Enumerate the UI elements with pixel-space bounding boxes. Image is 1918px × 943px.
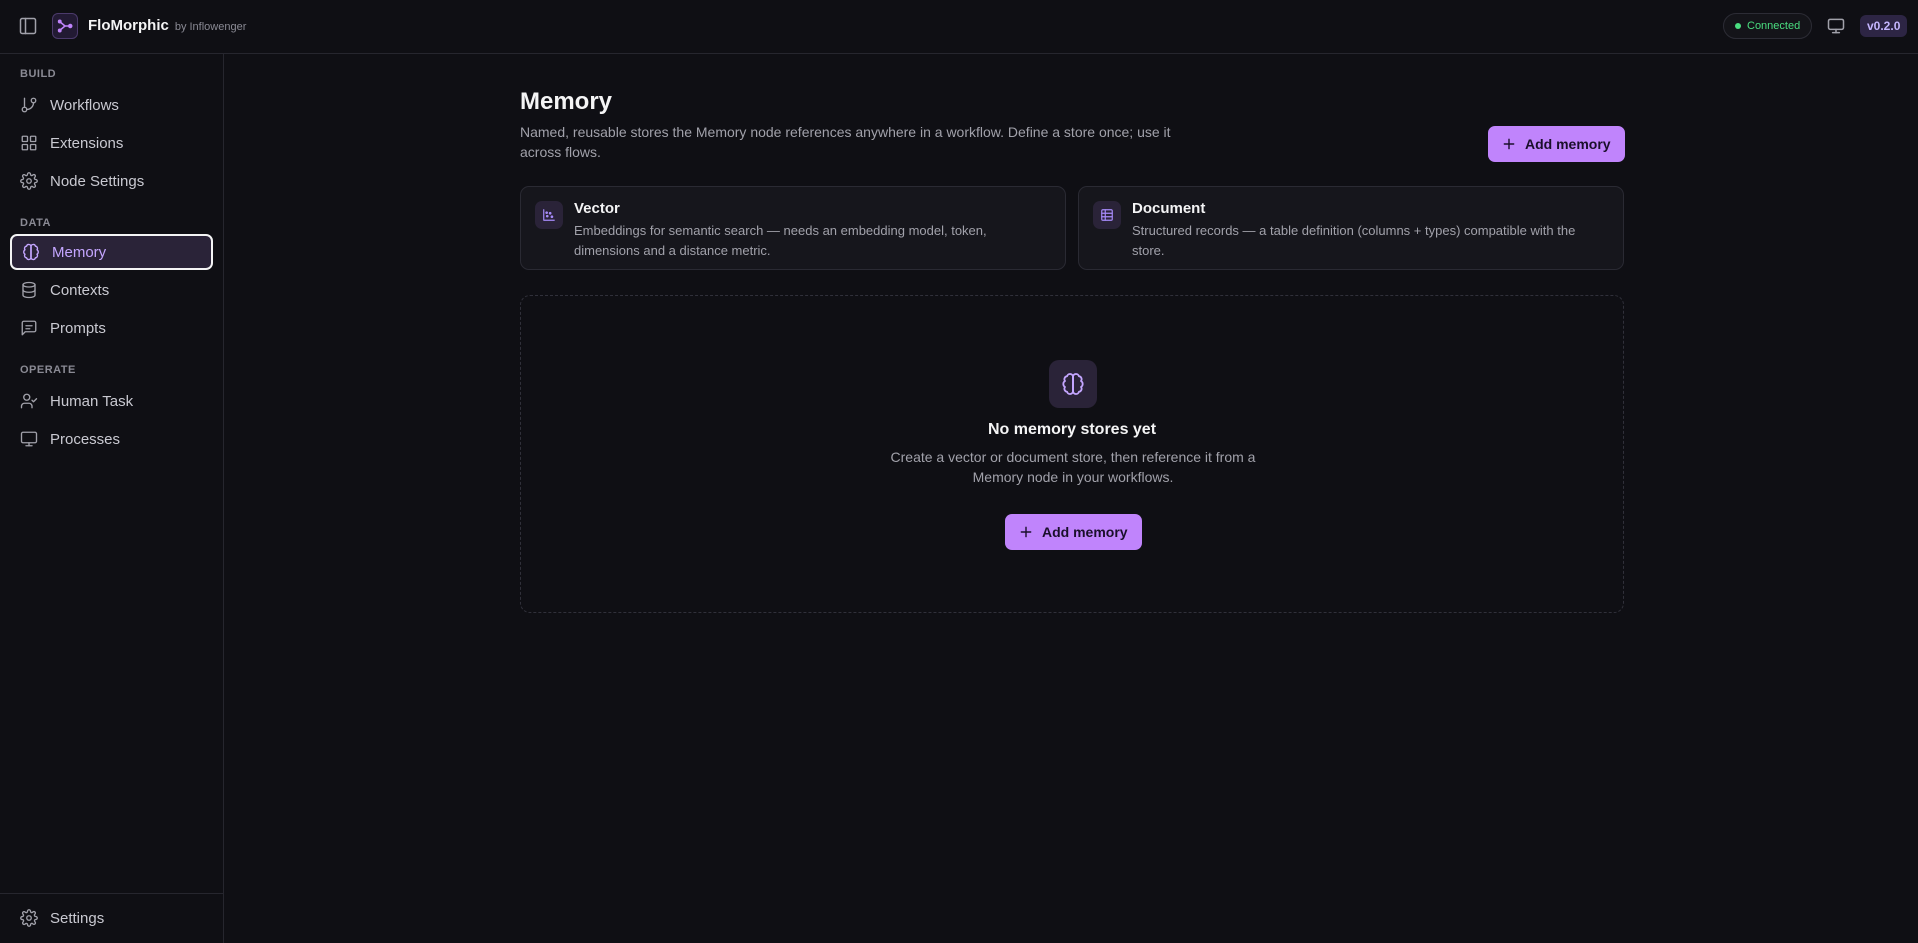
sidebar-item-node-settings[interactable]: Node Settings bbox=[10, 163, 213, 199]
sidebar-footer: Settings bbox=[0, 893, 223, 943]
table-icon bbox=[1093, 201, 1121, 229]
sidebar-item-contexts[interactable]: Contexts bbox=[10, 272, 213, 308]
store-type-card-vector: Vector Embeddings for semantic search — … bbox=[520, 186, 1066, 270]
gear-icon bbox=[20, 172, 38, 190]
message-square-icon bbox=[20, 319, 38, 337]
brain-icon bbox=[1049, 360, 1097, 408]
database-icon bbox=[20, 281, 38, 299]
sidebar-item-label: Settings bbox=[50, 909, 105, 927]
plus-icon bbox=[1019, 525, 1033, 539]
section-label-operate: OPERATE bbox=[20, 364, 76, 376]
sidebar-item-memory[interactable]: Memory bbox=[10, 234, 213, 270]
page-title: Memory bbox=[520, 88, 613, 115]
logo-icon bbox=[52, 13, 78, 39]
sidebar-item-extensions[interactable]: Extensions bbox=[10, 125, 213, 161]
gear-icon bbox=[20, 909, 38, 927]
grid-icon bbox=[20, 134, 38, 152]
main-content: Memory Named, reusable stores the Memory… bbox=[225, 54, 1918, 943]
empty-state-add-memory-button[interactable]: Add memory bbox=[1005, 514, 1142, 550]
sidebar-item-label: Prompts bbox=[50, 319, 106, 337]
sidebar-item-prompts[interactable]: Prompts bbox=[10, 310, 213, 346]
section-label-data: DATA bbox=[20, 217, 51, 229]
add-memory-button-label: Add memory bbox=[1525, 136, 1611, 152]
sidebar-toggle-icon[interactable] bbox=[18, 16, 38, 36]
empty-state-description: Create a vector or document store, then … bbox=[890, 449, 1256, 485]
monitor-icon[interactable] bbox=[1826, 16, 1846, 36]
scatter-chart-icon bbox=[535, 201, 563, 229]
monitor-icon bbox=[20, 430, 38, 448]
empty-state-add-memory-button-label: Add memory bbox=[1042, 524, 1128, 540]
brand-name: FloMorphic bbox=[88, 17, 169, 34]
brain-icon bbox=[22, 243, 40, 261]
sidebar-item-human-task[interactable]: Human Task bbox=[10, 383, 213, 419]
section-label-build: BUILD bbox=[20, 68, 57, 80]
add-memory-button[interactable]: Add memory bbox=[1488, 126, 1625, 162]
version-badge: v0.2.0 bbox=[1860, 15, 1908, 37]
brand: FloMorphic by Inflowenger bbox=[88, 17, 246, 34]
brand-byline: by Inflowenger bbox=[174, 21, 247, 33]
store-type-title: Document bbox=[1132, 200, 1206, 217]
sidebar-item-label: Node Settings bbox=[50, 172, 145, 190]
plus-icon bbox=[1502, 137, 1516, 151]
sidebar-item-label: Memory bbox=[52, 243, 107, 261]
connection-status-badge: Connected bbox=[1723, 13, 1813, 39]
sidebar-item-label: Workflows bbox=[50, 96, 119, 114]
sidebar-item-label: Human Task bbox=[50, 392, 134, 410]
store-type-description: Embeddings for semantic search — needs a… bbox=[574, 223, 987, 258]
sidebar-item-label: Processes bbox=[50, 430, 121, 448]
sidebar-item-workflows[interactable]: Workflows bbox=[10, 87, 213, 123]
sidebar-item-processes[interactable]: Processes bbox=[10, 421, 213, 457]
sidebar-item-settings[interactable]: Settings bbox=[10, 900, 213, 936]
sidebar: BUILD Workflows Extensions Node Settings… bbox=[0, 54, 224, 943]
sidebar-item-label: Contexts bbox=[50, 281, 110, 299]
connection-status-label: Connected bbox=[1747, 20, 1801, 32]
sidebar-item-label: Extensions bbox=[50, 134, 124, 152]
git-branch-icon bbox=[20, 96, 38, 114]
store-type-card-document: Document Structured records — a table de… bbox=[1078, 186, 1624, 270]
empty-state-title: No memory stores yet bbox=[987, 421, 1157, 438]
empty-state: No memory stores yet Create a vector or … bbox=[520, 295, 1624, 613]
user-check-icon bbox=[20, 392, 38, 410]
store-type-title: Vector bbox=[574, 200, 620, 217]
status-dot-icon bbox=[1735, 23, 1741, 29]
page-description: Named, reusable stores the Memory node r… bbox=[520, 124, 1171, 160]
top-bar: FloMorphic by Inflowenger Connected v0.2… bbox=[0, 0, 1918, 54]
store-type-description: Structured records — a table definition … bbox=[1132, 223, 1576, 258]
